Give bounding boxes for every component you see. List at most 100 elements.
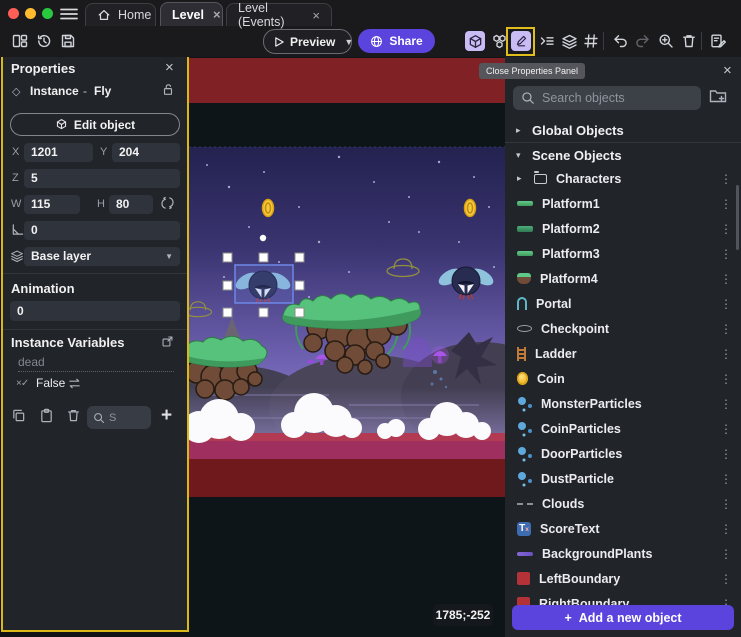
object-row[interactable]: Clouds⋮ bbox=[505, 491, 741, 516]
object-row[interactable]: Platform4 ⋮ bbox=[505, 266, 741, 291]
redo-icon[interactable] bbox=[632, 31, 652, 51]
preview-button[interactable]: Preview ▼ bbox=[263, 29, 352, 54]
instances-list-icon[interactable] bbox=[537, 31, 557, 51]
window-zoom-button[interactable] bbox=[42, 8, 53, 19]
object-row[interactable]: Platform1⋮ bbox=[505, 191, 741, 216]
scene-canvas[interactable]: 1785;-252 bbox=[189, 57, 505, 637]
undo-icon[interactable] bbox=[610, 31, 630, 51]
window-close-button[interactable] bbox=[8, 8, 19, 19]
object-row[interactable]: Platform2⋮ bbox=[505, 216, 741, 241]
object-row[interactable]: Coin ⋮ bbox=[505, 366, 741, 391]
row-menu-icon[interactable]: ⋮ bbox=[720, 322, 741, 336]
row-menu-icon[interactable]: ⋮ bbox=[720, 422, 741, 436]
object-row[interactable]: DustParticle⋮ bbox=[505, 466, 741, 491]
group-global-objects[interactable]: ▸ Global Objects bbox=[505, 120, 741, 141]
angle-field[interactable]: 0 bbox=[24, 221, 180, 240]
row-menu-icon[interactable]: ⋮ bbox=[720, 297, 741, 311]
edit-object-button[interactable]: Edit object bbox=[10, 113, 180, 136]
object-row[interactable]: Portal ⋮ bbox=[505, 291, 741, 316]
object-label: Coin bbox=[537, 372, 565, 386]
row-menu-icon[interactable]: ⋮ bbox=[720, 372, 741, 386]
object-label: CoinParticles bbox=[541, 422, 621, 436]
tab-label: Home bbox=[118, 8, 151, 22]
layer-value: Base layer bbox=[31, 249, 91, 263]
expand-arrow-icon[interactable]: ▸ bbox=[517, 173, 525, 184]
object-row[interactable]: LeftBoundary⋮ bbox=[505, 566, 741, 591]
trash-icon[interactable] bbox=[679, 31, 699, 51]
trash-icon[interactable] bbox=[66, 408, 81, 423]
objects-search[interactable] bbox=[513, 86, 701, 110]
row-menu-icon[interactable]: ⋮ bbox=[720, 347, 741, 361]
add-variable-button[interactable]: + bbox=[161, 405, 172, 427]
chevron-down-icon[interactable]: ▼ bbox=[344, 37, 353, 47]
z-field[interactable]: 5 bbox=[24, 169, 180, 188]
group-scene-objects[interactable]: ▾ Scene Objects bbox=[505, 145, 741, 166]
object-label: Checkpoint bbox=[541, 322, 609, 336]
window-minimize-button[interactable] bbox=[25, 8, 36, 19]
add-object-button[interactable]: + Add a new object bbox=[512, 605, 734, 630]
tab-level[interactable]: Level × bbox=[160, 2, 223, 26]
row-menu-icon[interactable]: ⋮ bbox=[720, 572, 741, 586]
object-row[interactable]: CoinParticles ⋮ bbox=[505, 416, 741, 441]
variable-value[interactable]: False bbox=[36, 376, 65, 390]
scene-editor-3d-icon[interactable] bbox=[465, 31, 485, 51]
row-menu-icon[interactable]: ⋮ bbox=[720, 522, 741, 536]
object-row[interactable]: TxScoreText⋮ bbox=[505, 516, 741, 541]
object-label: Platform3 bbox=[542, 247, 600, 261]
row-menu-icon[interactable]: ⋮ bbox=[720, 472, 741, 486]
object-label: MonsterParticles bbox=[541, 397, 642, 411]
variables-search-input[interactable] bbox=[109, 412, 139, 424]
object-label: Portal bbox=[536, 297, 571, 311]
layers-icon[interactable] bbox=[559, 31, 579, 51]
animation-section-title: Animation bbox=[11, 281, 75, 296]
coin-instance bbox=[465, 200, 476, 217]
object-label: Platform4 bbox=[540, 272, 598, 286]
y-field[interactable]: 204 bbox=[112, 143, 180, 162]
grid-icon[interactable] bbox=[581, 31, 601, 51]
variable-name[interactable]: dead bbox=[18, 355, 45, 369]
toggle-value-icon[interactable] bbox=[67, 377, 82, 390]
variables-search[interactable] bbox=[87, 406, 151, 429]
particles-icon bbox=[517, 446, 532, 461]
x-field[interactable]: 1201 bbox=[24, 143, 93, 162]
add-folder-icon[interactable] bbox=[709, 88, 727, 104]
h-field[interactable]: 80 bbox=[109, 195, 153, 214]
tab-level-events[interactable]: Level (Events) × bbox=[226, 3, 332, 26]
menu-icon[interactable] bbox=[60, 7, 78, 21]
object-row[interactable]: BackgroundPlants⋮ bbox=[505, 541, 741, 566]
object-row[interactable]: DoorParticles⋮ bbox=[505, 441, 741, 466]
expand-arrow-icon: ▸ bbox=[516, 125, 523, 136]
row-menu-icon[interactable]: ⋮ bbox=[720, 397, 741, 411]
share-button[interactable]: Share bbox=[358, 29, 435, 53]
object-row[interactable]: MonsterParticles ⋮ bbox=[505, 391, 741, 416]
panels-layout-icon[interactable] bbox=[10, 31, 30, 51]
row-menu-icon[interactable]: ⋮ bbox=[720, 272, 741, 286]
object-row[interactable]: Platform3⋮ bbox=[505, 241, 741, 266]
edit-scene-properties-icon[interactable] bbox=[708, 31, 728, 51]
close-icon[interactable]: × bbox=[723, 63, 732, 78]
row-menu-icon[interactable]: ⋮ bbox=[720, 547, 741, 561]
zoom-icon[interactable] bbox=[656, 31, 676, 51]
unlock-icon[interactable] bbox=[161, 82, 175, 97]
copy-icon[interactable] bbox=[11, 408, 26, 423]
w-field[interactable]: 115 bbox=[24, 195, 80, 214]
tab-home[interactable]: Home bbox=[85, 3, 156, 26]
animation-field[interactable]: 0 bbox=[10, 301, 180, 321]
row-menu-icon[interactable]: ⋮ bbox=[720, 447, 741, 461]
close-icon[interactable]: × bbox=[165, 60, 174, 75]
paste-icon[interactable] bbox=[39, 408, 54, 423]
tab-close-icon[interactable]: × bbox=[213, 8, 221, 21]
layer-select[interactable]: Base layer ▼ bbox=[24, 247, 180, 266]
scrollbar[interactable] bbox=[736, 185, 739, 250]
objects-search-input[interactable] bbox=[542, 91, 703, 105]
tab-close-icon[interactable]: × bbox=[312, 9, 320, 22]
lock-ratio-icon[interactable] bbox=[161, 195, 174, 211]
object-row[interactable]: ▸Characters⋮ bbox=[505, 166, 741, 191]
row-menu-icon[interactable]: ⋮ bbox=[720, 497, 741, 511]
open-variables-icon[interactable] bbox=[161, 335, 174, 348]
save-icon[interactable] bbox=[58, 31, 78, 51]
row-menu-icon[interactable]: ⋮ bbox=[720, 172, 741, 186]
object-row[interactable]: Checkpoint ⋮ bbox=[505, 316, 741, 341]
object-row[interactable]: Ladder⋮ bbox=[505, 341, 741, 366]
history-icon[interactable] bbox=[34, 31, 54, 51]
